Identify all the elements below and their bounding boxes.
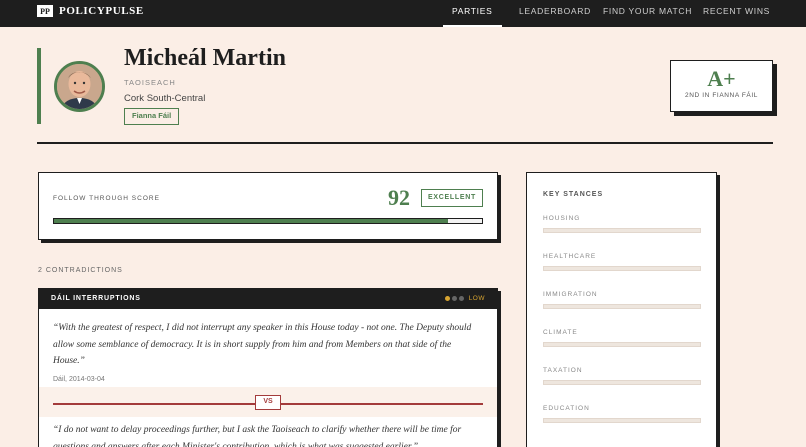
contradiction-header: DÁIL INTERRUPTIONS LOW (39, 289, 497, 309)
severity-indicator: LOW (444, 295, 485, 302)
stance-label-immigration: IMMIGRATION (543, 291, 598, 298)
politician-role: TAOISEACH (124, 78, 176, 87)
severity-label: LOW (468, 295, 485, 302)
politician-name: Micheál Martin (124, 45, 286, 71)
brand-name: POLICYPULSE (59, 5, 144, 17)
stance-label-healthcare: HEALTHCARE (543, 253, 597, 260)
header-divider (37, 142, 773, 144)
stances-title: KEY STANCES (543, 191, 604, 198)
quote-a: “With the greatest of respect, I did not… (53, 323, 472, 366)
nav-find-your-match[interactable]: FIND YOUR MATCH (603, 0, 692, 22)
grade-letter: A+ (707, 66, 736, 91)
severity-dot (444, 296, 450, 301)
top-navigation-bar: PP POLICYPULSE PARTIES LEADERBOARD FIND … (0, 0, 806, 27)
stance-label-climate: CLIMATE (543, 329, 578, 336)
brand-logo[interactable]: PP POLICYPULSE (37, 5, 144, 17)
vs-badge: VS (255, 395, 281, 410)
brand-mark: PP (37, 5, 53, 17)
quote-a-source: Dáil, 2014-03-04 (53, 376, 105, 383)
score-progress-fill (54, 219, 448, 223)
nav-leaderboard[interactable]: LEADERBOARD (519, 0, 591, 22)
contradictions-count: 2 CONTRADICTIONS (38, 267, 123, 274)
grade-rank: 2ND IN FIANNA FÁIL (685, 92, 758, 99)
party-badge[interactable]: Fianna Fáil (124, 108, 180, 125)
stance-bar-housing (543, 228, 701, 233)
follow-through-card: FOLLOW THROUGH SCORE 92 EXCELLENT (38, 172, 498, 240)
stance-bar-immigration (543, 304, 701, 309)
severity-dot (451, 296, 457, 301)
score-label: FOLLOW THROUGH SCORE (53, 195, 160, 202)
nav-parties[interactable]: PARTIES (443, 0, 502, 27)
score-value: 92 (388, 185, 410, 210)
score-progress-bar (53, 218, 483, 224)
key-stances-card: KEY STANCES HOUSING HEALTHCARE IMMIGRATI… (526, 172, 717, 447)
stance-bar-healthcare (543, 266, 701, 271)
stance-bar-taxation (543, 380, 701, 385)
quote-b: “I do not want to delay proceedings furt… (53, 425, 462, 447)
stance-bar-climate (543, 342, 701, 347)
nav-recent-wins[interactable]: RECENT WINS (703, 0, 770, 22)
grade-card: A+ 2ND IN FIANNA FÁIL (670, 60, 773, 112)
stance-label-taxation: TAXATION (543, 367, 583, 374)
contradiction-card: DÁIL INTERRUPTIONS LOW “With the greates… (38, 288, 498, 447)
portrait-image (57, 64, 102, 109)
severity-dot (458, 296, 464, 301)
contradiction-topic: DÁIL INTERRUPTIONS (51, 295, 141, 302)
stance-bar-education (543, 418, 701, 423)
avatar (54, 61, 105, 112)
header-accent-bar (37, 48, 41, 124)
constituency: Cork South-Central (124, 93, 206, 104)
stance-label-housing: HOUSING (543, 215, 581, 222)
score-rating-badge: EXCELLENT (421, 189, 483, 207)
stance-label-education: EDUCATION (543, 405, 590, 412)
